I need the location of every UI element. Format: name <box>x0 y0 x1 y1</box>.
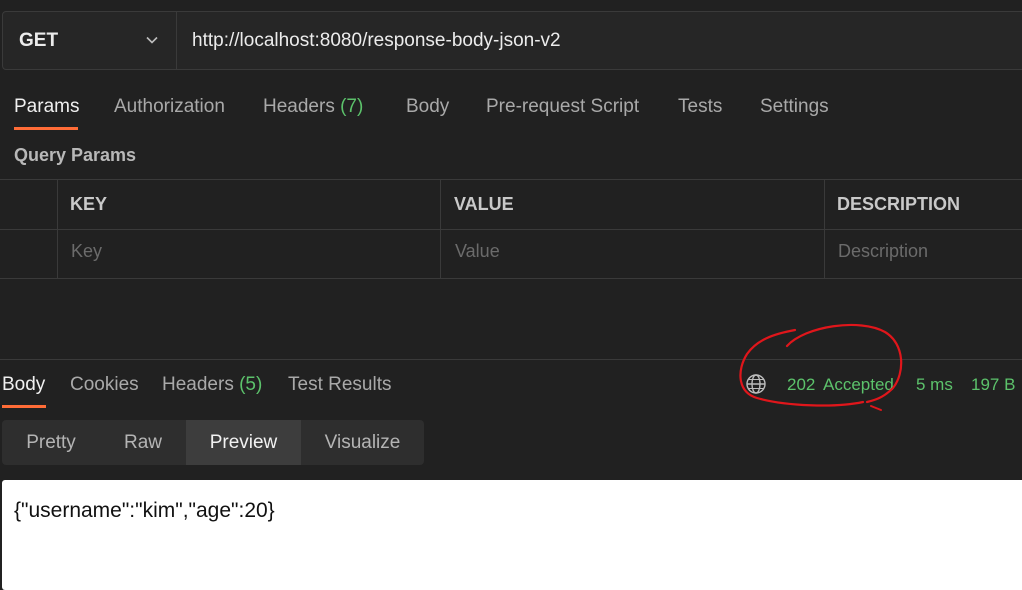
red-circle-annotation <box>739 323 903 411</box>
column-header-description: DESCRIPTION <box>837 194 961 214</box>
url-bar: GET http://localhost:8080/response-body-… <box>2 11 1022 70</box>
table-divider <box>0 229 1022 230</box>
table-divider <box>0 179 1022 180</box>
tab-body[interactable]: Body <box>406 96 449 118</box>
key-input[interactable]: Key <box>71 241 102 262</box>
view-pretty-button[interactable]: Pretty <box>2 420 100 465</box>
method-select[interactable]: GET <box>3 12 177 69</box>
view-visualize-button[interactable]: Visualize <box>301 420 424 465</box>
active-tab-indicator <box>2 405 46 408</box>
tab-headers-label: Headers <box>263 96 335 117</box>
tab-pre-request-script[interactable]: Pre-request Script <box>486 96 639 118</box>
tab-params[interactable]: Params <box>14 96 79 118</box>
method-label: GET <box>19 30 59 51</box>
chevron-down-icon <box>146 36 158 44</box>
table-divider <box>440 179 441 278</box>
table-divider <box>57 179 58 278</box>
table-divider <box>824 179 825 278</box>
response-tab-test-results[interactable]: Test Results <box>288 374 391 396</box>
response-tab-headers-label: Headers <box>162 374 234 395</box>
column-header-key: KEY <box>70 194 108 214</box>
response-preview-pane: {"username":"kim","age":20} <box>2 480 1022 590</box>
column-header-value: VALUE <box>454 194 514 214</box>
response-tab-headers[interactable]: Headers (5) <box>162 374 262 396</box>
response-tab-cookies[interactable]: Cookies <box>70 374 139 396</box>
tab-tests[interactable]: Tests <box>678 96 722 118</box>
response-size[interactable]: 197 B <box>971 375 1015 395</box>
tab-headers-count: (7) <box>340 96 364 117</box>
description-input[interactable]: Description <box>838 241 928 262</box>
view-raw-button[interactable]: Raw <box>100 420 186 465</box>
value-input[interactable]: Value <box>455 241 500 262</box>
url-input[interactable]: http://localhost:8080/response-body-json… <box>192 30 561 52</box>
table-divider <box>0 278 1022 279</box>
query-params-title: Query Params <box>14 145 137 165</box>
response-body-text: {"username":"kim","age":20} <box>14 499 275 522</box>
response-tab-body[interactable]: Body <box>2 374 45 396</box>
response-tab-headers-count: (5) <box>239 374 263 395</box>
tab-authorization[interactable]: Authorization <box>114 96 225 118</box>
response-time[interactable]: 5 ms <box>916 375 953 395</box>
active-tab-indicator <box>14 127 78 130</box>
tab-headers[interactable]: Headers (7) <box>263 96 363 118</box>
tab-settings[interactable]: Settings <box>760 96 829 118</box>
view-preview-button[interactable]: Preview <box>186 420 301 465</box>
view-mode-selector: Pretty Raw Preview Visualize <box>2 420 424 465</box>
